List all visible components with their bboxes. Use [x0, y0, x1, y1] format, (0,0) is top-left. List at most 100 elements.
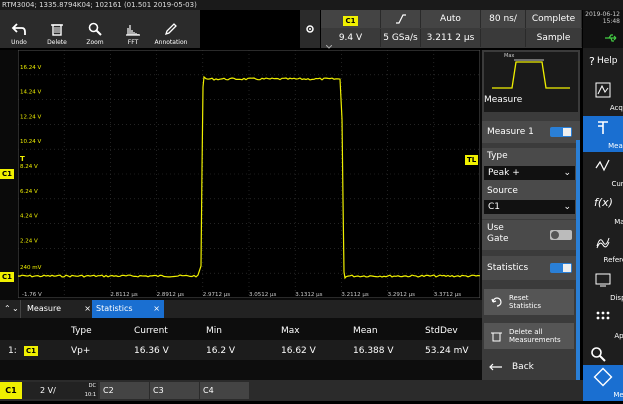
y-tick-label: 12.24 V: [20, 114, 41, 120]
delete-label: Delete: [47, 39, 67, 46]
cell-current: 16.36 V: [134, 346, 169, 356]
side-help-button[interactable]: ? Help: [583, 50, 623, 74]
type-dropdown[interactable]: Peak + ⌄: [484, 166, 575, 180]
close-icon[interactable]: ×: [84, 300, 91, 318]
source-label: Source: [487, 186, 518, 196]
zoom-icon: [88, 22, 102, 36]
statistics-row[interactable]: Statistics: [482, 256, 580, 280]
annotation-label: Annotation: [154, 39, 188, 46]
tab-measure[interactable]: Measure ×: [20, 300, 97, 318]
time: 15:48: [602, 18, 620, 25]
acq-status[interactable]: Complete: [526, 10, 582, 28]
channel1-probe: 10:1: [84, 392, 96, 398]
acquisition-header[interactable]: C1 Auto 80 ns/ Complete 9.4 V 5 GSa/s 3.…: [321, 10, 582, 48]
col-current: Current: [134, 326, 168, 336]
channel2-button[interactable]: C2: [100, 382, 149, 399]
statistics-label: Statistics: [487, 263, 529, 273]
cell-max: 16.62 V: [281, 346, 316, 356]
x-tick-label: 3.2912 μs: [388, 292, 415, 298]
sample-rate[interactable]: 5 GSa/s: [381, 29, 421, 47]
undo-button[interactable]: Undo: [0, 10, 38, 48]
x-tick-label: 3.2112 μs: [341, 292, 368, 298]
gear-icon: [306, 25, 314, 33]
channel1-scale[interactable]: 2 V/ DC 10:1: [22, 382, 98, 399]
x-tick-label: -1.76 V: [22, 292, 42, 298]
cell-min: 16.2 V: [206, 346, 236, 356]
side-display-button[interactable]: Display: [583, 268, 623, 304]
trigger-mode[interactable]: Auto: [421, 10, 481, 28]
side-menu-button[interactable]: Menu: [583, 365, 623, 401]
source-dropdown[interactable]: C1 ⌄: [484, 200, 575, 214]
channel3-label: C3: [153, 386, 164, 395]
display-icon: [595, 273, 611, 287]
panel-scrollbar[interactable]: [576, 140, 580, 380]
side-apps-button[interactable]: Apps: [583, 306, 623, 342]
cell-type: Vp+: [71, 346, 91, 356]
trigger-slope[interactable]: [381, 10, 421, 28]
back-label: Back: [512, 362, 534, 372]
y-tick-label: 14.24 V: [20, 90, 41, 96]
trigger-source[interactable]: C1: [321, 10, 381, 28]
trash-icon: [491, 332, 502, 342]
side-measure-button[interactable]: Measure: [583, 116, 623, 152]
channel1-offset-marker[interactable]: C1: [0, 169, 15, 179]
back-button[interactable]: Back: [484, 354, 574, 380]
channel4-label: C4: [203, 386, 214, 395]
channel3-button[interactable]: C3: [150, 382, 199, 399]
reset-statistics-label: Reset Statistics: [509, 294, 541, 310]
fft-label: FFT: [127, 39, 139, 46]
annotation-button[interactable]: Annotation: [152, 10, 190, 48]
close-icon[interactable]: ×: [153, 300, 160, 318]
delete-button[interactable]: Delete: [38, 10, 76, 48]
channel1-button[interactable]: C1: [0, 382, 22, 399]
x-tick-label: 2.9712 μs: [203, 292, 230, 298]
x-tick-label: 3.3712 μs: [434, 292, 461, 298]
collapse-chevron-icon[interactable]: ⌃: [4, 300, 11, 318]
tab-statistics[interactable]: Statistics ×: [92, 300, 164, 318]
fft-button[interactable]: FFT: [114, 10, 152, 48]
undo-icon: [11, 23, 26, 35]
chevron-down-icon: ⌄: [563, 202, 571, 212]
col-type: Type: [71, 326, 92, 336]
side-references-button[interactable]: References: [583, 230, 623, 266]
use-gate-toggle[interactable]: [550, 230, 572, 240]
measure1-toggle[interactable]: [550, 127, 572, 137]
search-icon[interactable]: [590, 346, 606, 365]
statistics-toggle[interactable]: [550, 263, 572, 273]
expand-chevron-icon[interactable]: ⌄: [12, 300, 19, 318]
y-tick-label: 8.24 V: [20, 164, 38, 170]
reset-icon: [491, 297, 502, 307]
col-min: Min: [206, 326, 222, 336]
measure-icon: [598, 121, 608, 134]
side-math-button[interactable]: f(x) Math: [583, 192, 623, 228]
toolbar-spacer: [200, 10, 300, 48]
use-gate-row[interactable]: Use Gate: [482, 220, 580, 250]
trigger-level-left-marker[interactable]: T: [20, 155, 25, 163]
side-cursor-button[interactable]: Cursor: [583, 154, 623, 190]
settings-button[interactable]: [300, 10, 320, 48]
trigger-channel-badge: C1: [343, 16, 358, 26]
zoom-button[interactable]: Zoom: [76, 10, 114, 48]
chevron-down-icon: ⌄: [563, 168, 571, 178]
row-channel-badge: C1: [24, 346, 39, 356]
acq-mode[interactable]: Sample: [526, 29, 582, 47]
trigger-level-right-marker[interactable]: TL: [465, 155, 479, 165]
pen-icon: [164, 23, 177, 36]
y-tick-label: 4.24 V: [20, 214, 38, 220]
channel1-scale-value: 2 V/: [40, 386, 56, 395]
delete-all-measurements-button[interactable]: Delete all Measurements: [484, 323, 574, 349]
reset-statistics-button[interactable]: Reset Statistics: [484, 289, 574, 315]
timebase[interactable]: 80 ns/: [481, 10, 526, 28]
preview-pulse-icon: [492, 59, 570, 89]
side-help-label: Help: [597, 56, 618, 66]
toolbar: Undo Delete Zoom FFT Annotation: [0, 10, 200, 48]
col-mean: Mean: [353, 326, 378, 336]
record-length[interactable]: 3.211 2 μs: [421, 29, 481, 47]
channel4-button[interactable]: C4: [200, 382, 249, 399]
side-acquire-button[interactable]: Acquire: [583, 78, 623, 114]
trash-icon: [51, 24, 63, 36]
channel1-ground-marker[interactable]: C1: [0, 272, 15, 282]
y-tick-label: 6.24 V: [20, 189, 38, 195]
waveform-display[interactable]: 16.24 V 14.24 V 12.24 V 10.24 V 8.24 V 6.24 V…: [18, 50, 480, 298]
measure1-row[interactable]: Measure 1: [482, 121, 580, 143]
